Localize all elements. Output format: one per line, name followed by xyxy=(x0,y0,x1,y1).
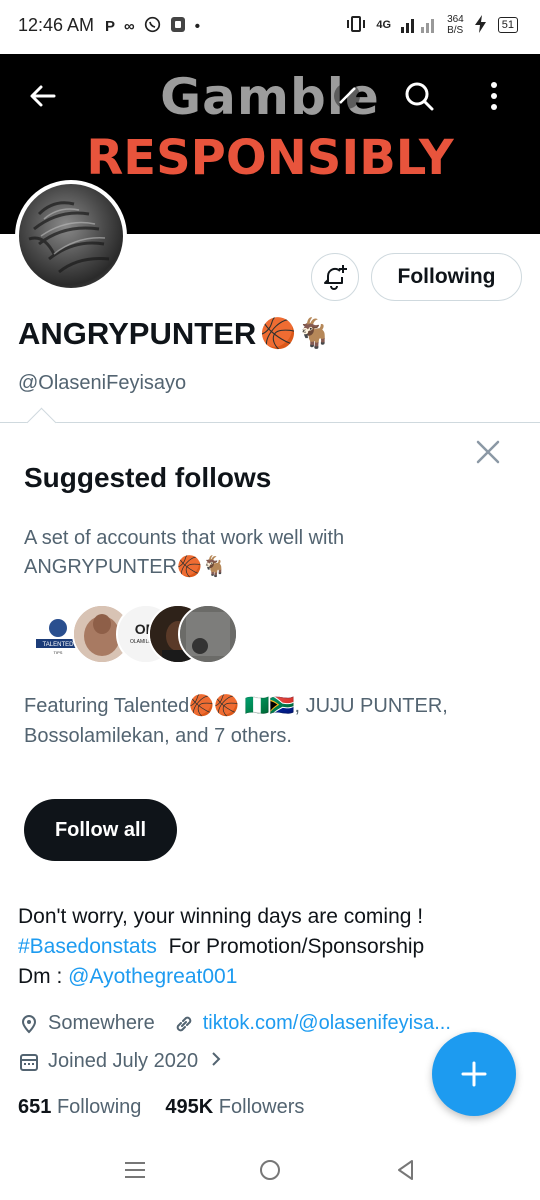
calendar-icon xyxy=(18,1051,40,1073)
bio-line2-rest: For Promotion/Sponsorship xyxy=(156,935,425,958)
home-button[interactable] xyxy=(250,1152,290,1188)
suggested-close-button[interactable] xyxy=(472,436,504,468)
close-icon xyxy=(476,440,500,464)
whatsapp-icon xyxy=(144,16,161,37)
status-time: 12:46 AM xyxy=(18,15,95,35)
svg-text:TIPS: TIPS xyxy=(54,650,63,655)
followers-count-number: 495K xyxy=(165,1096,214,1118)
profile-bio: Don't worry, your winning days are comin… xyxy=(18,902,518,992)
triangle-back-icon xyxy=(398,1160,413,1180)
following-button[interactable]: Following xyxy=(371,253,522,301)
bio-line1: Don't worry, your winning days are comin… xyxy=(18,905,424,928)
location-text: Somewhere xyxy=(48,1012,155,1034)
talented-logo-text: TALENTED xyxy=(43,642,75,648)
profile-meta-row: Somewhere tiktok.com/@olasenifeyisa... xyxy=(18,1012,451,1035)
infinity-icon: ∞ xyxy=(124,18,135,35)
suggested-pointer xyxy=(26,407,57,438)
menu-lines-icon xyxy=(125,1162,145,1178)
dot-icon: • xyxy=(194,18,200,35)
app-icon xyxy=(170,16,186,37)
suggested-avatar-5 xyxy=(178,604,238,664)
signal-icon xyxy=(401,15,437,36)
plus-icon xyxy=(461,1061,487,1087)
speed-unit: B/S xyxy=(447,25,464,36)
website-link[interactable]: tiktok.com/@olasenifeyisa... xyxy=(203,1012,451,1035)
location-pin-icon xyxy=(18,1013,40,1035)
followers-count[interactable]: 495K Followers xyxy=(165,1096,304,1119)
search-icon xyxy=(405,82,434,111)
battery-icon: 51 xyxy=(497,17,518,33)
notification-icons: P ∞ • xyxy=(105,16,200,37)
compose-fab-button[interactable] xyxy=(432,1032,516,1116)
display-name: ANGRYPUNTER 🏀🐐 xyxy=(18,316,332,352)
bio-mention[interactable]: @Ayothegreat001 xyxy=(68,965,237,988)
display-name-text: ANGRYPUNTER xyxy=(18,316,257,351)
suggested-description-name: ANGRYPUNTER xyxy=(24,556,177,578)
follow-counts: 651 Following 495K Followers xyxy=(18,1096,304,1119)
network-speed: 364 B/S xyxy=(447,14,464,36)
android-nav-bar xyxy=(0,1140,540,1200)
battery-level: 51 xyxy=(501,19,514,31)
back-arrow-icon xyxy=(30,85,56,107)
followers-count-label: Followers xyxy=(218,1096,305,1118)
follow-all-button[interactable]: Follow all xyxy=(24,799,177,861)
more-options-button[interactable] xyxy=(470,72,518,120)
recents-button[interactable] xyxy=(115,1152,155,1188)
notifications-bell-button[interactable] xyxy=(311,253,359,301)
joined-text: Joined July 2020 xyxy=(48,1050,199,1072)
following-count-label: Following xyxy=(56,1096,142,1118)
suggested-description-prefix: A set of accounts that work well with xyxy=(24,527,345,549)
bell-plus-icon xyxy=(324,265,347,290)
vibrate-icon xyxy=(346,15,366,36)
display-name-emojis: 🏀🐐 xyxy=(260,318,333,350)
featuring-suffix: , JUJU PUNTER, xyxy=(294,695,448,717)
p-icon: P xyxy=(105,18,116,35)
featuring-emojis: 🏀🏀 🇳🇬🇿🇦 xyxy=(189,695,295,717)
network-type: 4G xyxy=(376,19,392,31)
banner-text-gamble: Gamble xyxy=(160,68,380,126)
suggested-featuring: Featuring Talented🏀🏀 🇳🇬🇿🇦, JUJU PUNTER, … xyxy=(24,691,524,751)
more-vertical-icon xyxy=(491,82,497,110)
charging-icon xyxy=(474,14,488,36)
bio-line3-prefix: Dm : xyxy=(18,965,69,988)
nav-back-button[interactable] xyxy=(385,1152,425,1188)
suggested-avatars[interactable]: TALENTED TIPS OM OLAMILEKAN xyxy=(28,604,248,666)
system-icons: 4G 364 B/S 51 xyxy=(346,14,518,36)
banner-text-responsibly: RESPONSIBLY xyxy=(86,130,454,186)
joined-row[interactable]: Joined July 2020 xyxy=(18,1050,222,1073)
bio-hashtag[interactable]: #Basedonstats xyxy=(18,935,157,958)
following-count-number: 651 xyxy=(18,1096,52,1118)
suggested-description: A set of accounts that work well with AN… xyxy=(24,524,494,582)
back-button[interactable] xyxy=(19,72,67,120)
following-count[interactable]: 651 Following xyxy=(18,1096,141,1119)
status-bar: 12:46 AM P ∞ • 4G 364 B/S 51 xyxy=(0,0,540,54)
suggested-divider xyxy=(0,422,540,423)
user-handle: @OlaseniFeyisayo xyxy=(18,372,187,394)
suggested-title: Suggested follows xyxy=(24,462,272,493)
speed-value: 364 xyxy=(447,14,464,25)
search-button[interactable] xyxy=(395,72,443,120)
suggested-description-emojis: 🏀🐐 xyxy=(177,556,227,578)
circle-home-icon xyxy=(260,1160,280,1180)
link-icon xyxy=(173,1013,195,1035)
share-icon xyxy=(334,83,360,109)
profile-avatar[interactable] xyxy=(15,180,127,292)
featuring-line2: Bossolamilekan, and 7 others. xyxy=(24,725,292,747)
featuring-prefix: Featuring Talented xyxy=(24,695,190,717)
chevron-right-icon xyxy=(210,1050,222,1073)
share-button[interactable] xyxy=(323,72,371,120)
